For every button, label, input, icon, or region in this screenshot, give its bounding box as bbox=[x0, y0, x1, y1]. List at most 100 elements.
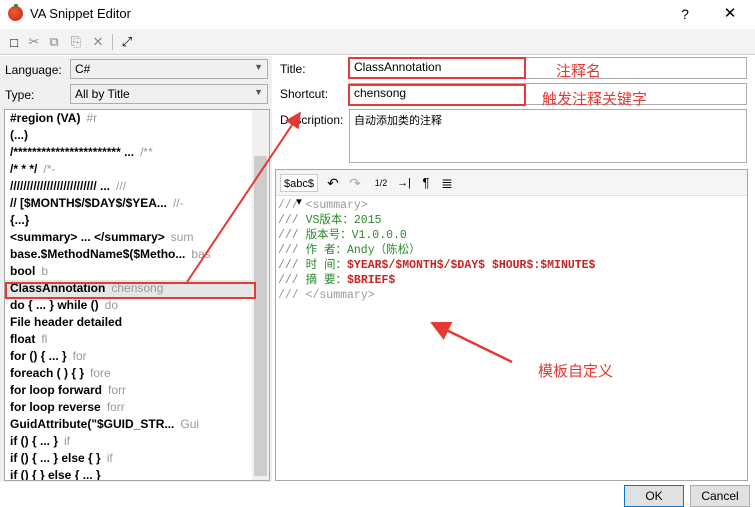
undo-icon[interactable]: ↶ bbox=[326, 174, 340, 192]
snippet-title: float bbox=[10, 332, 36, 346]
code-line: /// VS版本：2015 bbox=[278, 214, 382, 227]
snippet-shortcut: fore bbox=[90, 366, 111, 380]
snippet-list-item[interactable]: <summary> ... </summary> sum bbox=[5, 229, 269, 246]
chevron-down-icon: ▼ bbox=[254, 62, 263, 72]
snippet-list-item[interactable]: foreach ( ) { } fore bbox=[5, 365, 269, 382]
cut-icon[interactable]: ✂ bbox=[25, 33, 43, 51]
snippet-list-item[interactable]: /*********************** ... /** bbox=[5, 144, 269, 161]
snippet-list-item[interactable]: for () { ... } for bbox=[5, 348, 269, 365]
snippet-shortcut: if bbox=[64, 434, 70, 448]
open-editor-icon[interactable]: ⤢ bbox=[118, 33, 136, 51]
line-numbers-icon[interactable]: 1/2 bbox=[374, 174, 388, 192]
snippet-shortcut: /// bbox=[116, 179, 127, 193]
snippet-shortcut: if bbox=[106, 451, 113, 465]
code-line: /// 版本号：V1.0.0.0 bbox=[278, 229, 407, 242]
snippet-shortcut: bas bbox=[191, 247, 211, 261]
code-line: /// 时 间：$YEAR$/$MONTH$/$DAY$ $HOUR$:$MIN… bbox=[278, 259, 596, 272]
snippet-title: if () { } else { ... } bbox=[10, 468, 101, 481]
snippet-title: #region (VA) bbox=[10, 111, 81, 125]
snippet-shortcut: Gui bbox=[180, 417, 200, 431]
snippet-list-item[interactable]: GuidAttribute("$GUID_STR... Gui bbox=[5, 416, 269, 433]
snippet-title: for () { ... } bbox=[10, 349, 67, 363]
code-line: /// 摘 要：$BRIEF$ bbox=[278, 274, 396, 287]
shortcut-label: Shortcut: bbox=[280, 87, 329, 101]
cancel-button[interactable]: Cancel bbox=[690, 485, 750, 507]
language-label: Language: bbox=[5, 63, 62, 77]
title-annotation: 注释名 bbox=[556, 63, 602, 80]
title-highlight-box bbox=[348, 57, 526, 79]
snippet-list-item[interactable]: // [$MONTH$/$DAY$/$YEA... //- bbox=[5, 195, 269, 212]
redo-icon[interactable]: ↷ bbox=[348, 174, 362, 192]
snippet-shortcut: /*- bbox=[43, 162, 56, 176]
align-icon[interactable]: ≣ bbox=[440, 174, 454, 192]
snippet-list-item[interactable]: ////////////////////////// ... /// bbox=[5, 178, 269, 195]
snippet-title: ////////////////////////// ... bbox=[10, 179, 111, 193]
snippet-list-item[interactable]: File header detailed bbox=[5, 314, 269, 331]
title-label: Title: bbox=[280, 62, 306, 76]
snippet-shortcut: /** bbox=[140, 145, 153, 159]
editor-toolbar: $abc$ ▾ ↶ ↷ 1/2 →| ¶ ≣ bbox=[276, 170, 747, 208]
snippet-shortcut: do bbox=[104, 298, 119, 312]
help-button[interactable]: ? bbox=[670, 3, 700, 25]
pilcrow-icon[interactable]: ¶ bbox=[420, 174, 432, 192]
snippet-title: bool bbox=[10, 264, 36, 278]
snippet-title: (...) bbox=[10, 128, 28, 142]
snippet-list-item[interactable]: if () { } else { ... } bbox=[5, 467, 269, 481]
window-title: VA Snippet Editor bbox=[30, 6, 131, 21]
snippet-list-item[interactable]: (...) bbox=[5, 127, 269, 144]
type-select[interactable]: All by Title ▼ bbox=[70, 84, 268, 104]
snippet-title: if () { ... } else { } bbox=[10, 451, 101, 465]
paste-icon[interactable]: ⎘ bbox=[67, 33, 85, 51]
snippet-title: // [$MONTH$/$DAY$/$YEA... bbox=[10, 196, 167, 210]
snippet-list-item[interactable]: /* * */ /*- bbox=[5, 161, 269, 178]
template-annotation: 模板自定义 bbox=[538, 363, 614, 380]
selected-snippet-highlight-box bbox=[5, 282, 256, 299]
shortcut-highlight-box bbox=[348, 84, 526, 106]
insert-reserved-string-button[interactable]: $abc$ ▾ bbox=[280, 174, 318, 208]
title-bar: VA Snippet Editor ? ✕ bbox=[0, 0, 755, 28]
snippet-title: for loop forward bbox=[10, 383, 102, 397]
code-area[interactable]: /// <summary> /// VS版本：2015 /// 版本号：V1.0… bbox=[276, 196, 747, 303]
snippet-title: File header detailed bbox=[10, 315, 123, 329]
snippet-list-item[interactable]: bool b bbox=[5, 263, 269, 280]
language-value: C# bbox=[75, 62, 91, 76]
close-button[interactable]: ✕ bbox=[713, 3, 747, 25]
snippet-shortcut: fl bbox=[41, 332, 48, 346]
app-icon bbox=[8, 4, 23, 21]
snippet-list-item[interactable]: base.$MethodName$($Metho... bas bbox=[5, 246, 269, 263]
snippet-list-item[interactable]: #region (VA) #r bbox=[5, 110, 269, 127]
code-line: /// 作 者：Andy（陈松） bbox=[278, 244, 421, 257]
snippet-list-item[interactable]: if () { ... } else { } if bbox=[5, 450, 269, 467]
snippet-shortcut: //- bbox=[172, 196, 184, 210]
snippet-list-item[interactable]: for loop reverse forr bbox=[5, 399, 269, 416]
snippet-title: {...} bbox=[10, 213, 30, 227]
scroll-thumb[interactable] bbox=[254, 156, 267, 476]
toolbar-separator bbox=[112, 34, 113, 50]
template-editor[interactable]: $abc$ ▾ ↶ ↷ 1/2 →| ¶ ≣ /// <summary> ///… bbox=[275, 169, 748, 481]
snippet-list-item[interactable]: if () { ... } if bbox=[5, 433, 269, 450]
snippet-shortcut: for bbox=[72, 349, 87, 363]
snippet-title: <summary> ... </summary> bbox=[10, 230, 165, 244]
snippet-list-item[interactable]: float fl bbox=[5, 331, 269, 348]
snippet-list-item[interactable]: for loop forward forr bbox=[5, 382, 269, 399]
description-input[interactable]: 自动添加类的注释 bbox=[349, 109, 747, 163]
copy-icon[interactable]: ⧉ bbox=[45, 33, 63, 51]
ok-button[interactable]: OK bbox=[624, 485, 684, 507]
type-value: All by Title bbox=[75, 87, 130, 101]
snippet-title: /* * */ bbox=[10, 162, 38, 176]
snippet-list-item[interactable]: {...} bbox=[5, 212, 269, 229]
shortcut-annotation: 触发注释关键字 bbox=[542, 91, 648, 108]
snippet-shortcut: sum bbox=[170, 230, 194, 244]
snippet-title: /*********************** ... bbox=[10, 145, 135, 159]
snippet-list-item[interactable]: do { ... } while () do bbox=[5, 297, 269, 314]
new-icon[interactable]: □ bbox=[5, 33, 23, 51]
code-line: /// </summary> bbox=[278, 289, 375, 302]
snippet-shortcut: forr bbox=[106, 400, 125, 414]
indent-icon[interactable]: →| bbox=[396, 174, 412, 192]
language-select[interactable]: C# ▼ bbox=[70, 59, 268, 79]
description-label: Description: bbox=[280, 113, 344, 127]
snippet-title: foreach ( ) { } bbox=[10, 366, 85, 380]
snippet-title: if () { ... } bbox=[10, 434, 58, 448]
code-line: /// <summary> bbox=[278, 199, 368, 212]
delete-icon[interactable]: ✕ bbox=[89, 33, 107, 51]
